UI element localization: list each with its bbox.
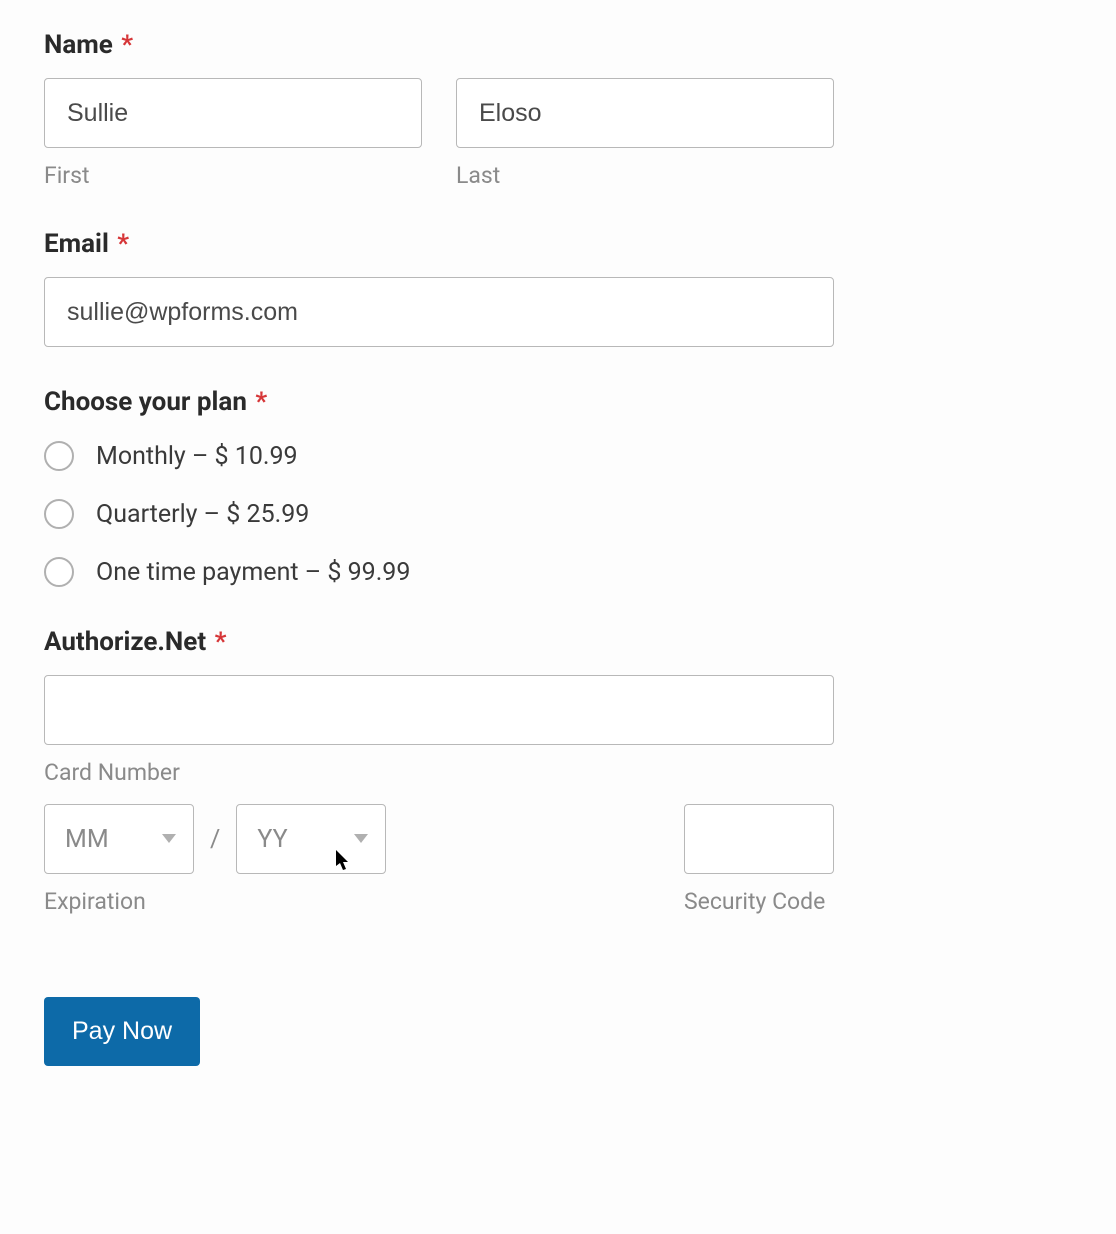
email-label-text: Email — [44, 229, 109, 259]
expiration-controls: MM / YY — [44, 804, 386, 874]
payment-label: Authorize.Net * — [44, 627, 1072, 657]
payment-field-group: Authorize.Net * Card Number MM / — [44, 627, 1072, 917]
required-mark: * — [215, 627, 227, 657]
exp-month-select-wrap[interactable]: MM — [44, 804, 194, 874]
pay-now-label: Pay Now — [72, 1017, 172, 1045]
expiration-group: MM / YY — [44, 804, 386, 917]
name-label: Name * — [44, 30, 1072, 60]
radio-icon[interactable] — [44, 499, 74, 529]
exp-year-placeholder: YY — [257, 825, 287, 854]
exp-month-placeholder: MM — [65, 825, 109, 854]
plan-option-monthly[interactable]: Monthly – $ 10.99 — [44, 441, 1072, 471]
exp-separator: / — [210, 825, 220, 854]
plan-radio-list: Monthly – $ 10.99 Quarterly – $ 25.99 On… — [44, 441, 1072, 587]
plan-option-quarterly[interactable]: Quarterly – $ 25.99 — [44, 499, 1072, 529]
email-input[interactable] — [44, 277, 834, 347]
name-row: First Last — [44, 78, 1072, 189]
pay-now-button[interactable]: Pay Now — [44, 997, 200, 1066]
required-mark: * — [255, 387, 267, 417]
last-name-col: Last — [456, 78, 834, 189]
plan-option-label: Monthly – $ 10.99 — [96, 442, 298, 471]
last-name-input[interactable] — [456, 78, 834, 148]
card-number-sublabel: Card Number — [44, 759, 1072, 786]
exp-month-select[interactable]: MM — [44, 804, 194, 874]
name-label-text: Name — [44, 30, 113, 60]
plan-option-label: One time payment – $ 99.99 — [96, 558, 410, 587]
radio-icon[interactable] — [44, 441, 74, 471]
payment-label-text: Authorize.Net — [44, 627, 206, 657]
plan-label-text: Choose your plan — [44, 387, 247, 417]
first-name-col: First — [44, 78, 422, 189]
exp-year-select-wrap[interactable]: YY — [236, 804, 386, 874]
first-name-input[interactable] — [44, 78, 422, 148]
radio-icon[interactable] — [44, 557, 74, 587]
email-label: Email * — [44, 229, 1072, 259]
email-field-group: Email * — [44, 229, 1072, 347]
plan-option-label: Quarterly – $ 25.99 — [96, 500, 309, 529]
required-mark: * — [121, 30, 133, 60]
plan-field-group: Choose your plan * Monthly – $ 10.99 Qua… — [44, 387, 1072, 587]
card-number-input[interactable] — [44, 675, 834, 745]
exp-year-select[interactable]: YY — [236, 804, 386, 874]
first-name-sublabel: First — [44, 162, 422, 189]
plan-option-onetime[interactable]: One time payment – $ 99.99 — [44, 557, 1072, 587]
name-field-group: Name * First Last — [44, 30, 1072, 189]
security-code-input[interactable] — [684, 804, 834, 874]
card-exp-sec-row: MM / YY — [44, 804, 834, 917]
security-code-sublabel: Security Code — [684, 888, 834, 917]
expiration-sublabel: Expiration — [44, 888, 386, 915]
required-mark: * — [117, 229, 129, 259]
spacer — [386, 804, 684, 917]
plan-label: Choose your plan * — [44, 387, 1072, 417]
security-code-group: Security Code — [684, 804, 834, 917]
last-name-sublabel: Last — [456, 162, 834, 189]
